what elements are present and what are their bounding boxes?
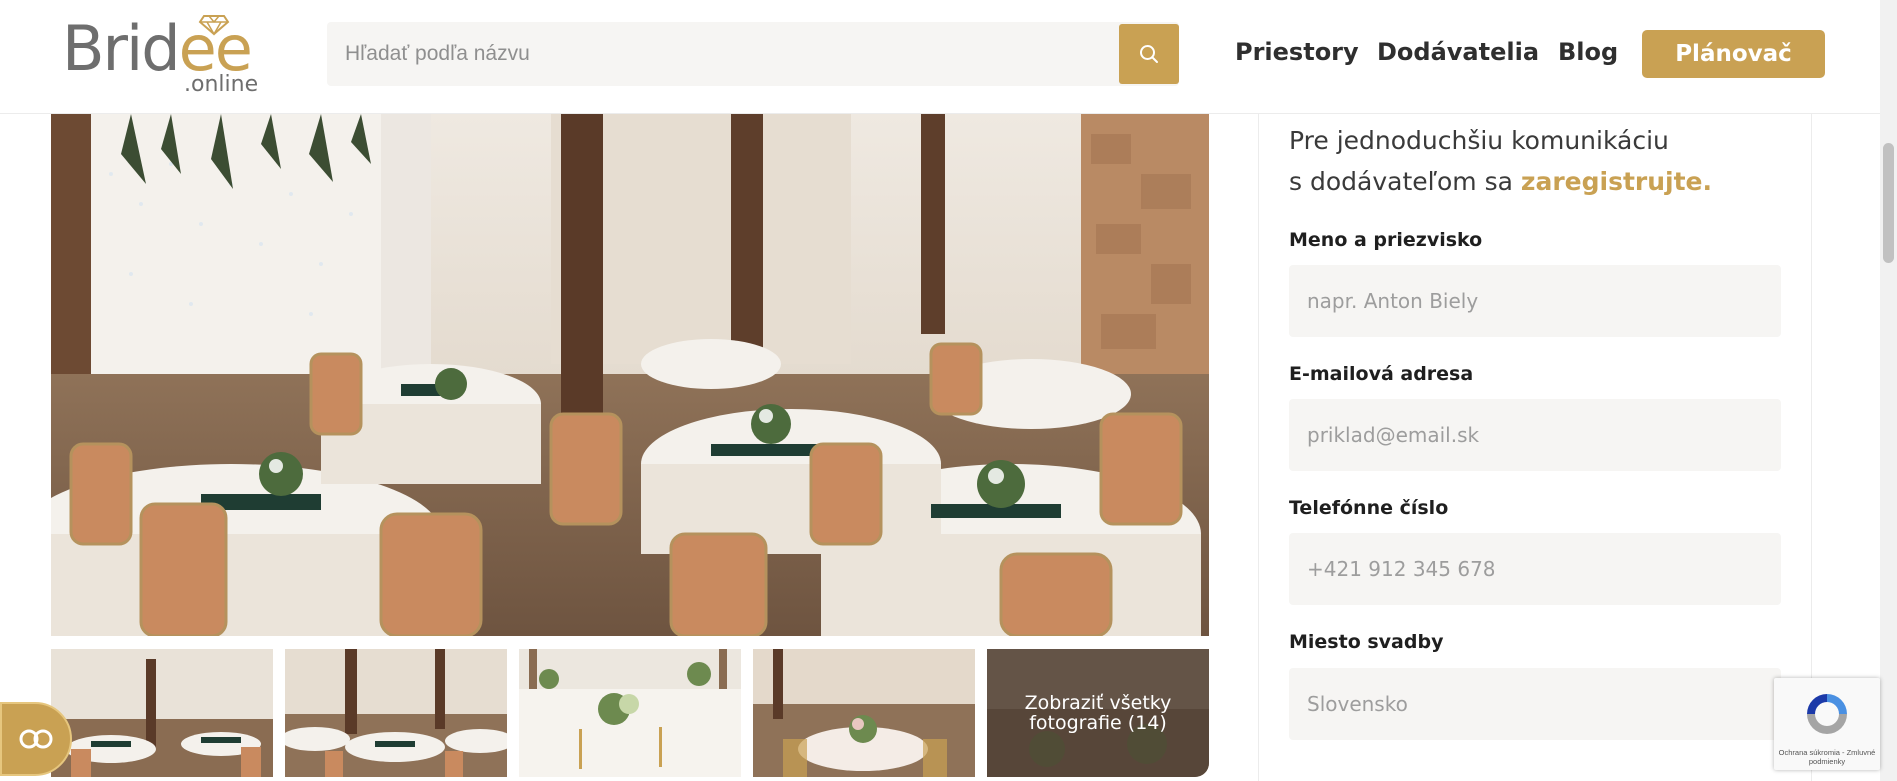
nav-link-dodavatelia[interactable]: Dodávatelia [1377, 36, 1539, 68]
gallery-thumbnail-2[interactable] [285, 649, 507, 777]
register-link[interactable]: zaregistrujte. [1521, 167, 1712, 196]
recaptcha-icon [1807, 694, 1847, 734]
search-bar [327, 22, 1179, 86]
nav-link-priestory[interactable]: Priestory [1235, 36, 1359, 68]
cookie-settings-icon [19, 729, 53, 749]
wedding-location-label: Miesto svadby [1289, 631, 1444, 653]
registration-prompt: Pre jednoduchšiu komunikáciu s dodávateľ… [1289, 120, 1749, 202]
gallery-thumbnail-3[interactable] [519, 649, 741, 777]
logo-suffix: .online [184, 72, 259, 97]
thumbnail-image [753, 649, 975, 777]
registration-prompt-line2: s dodávateľom sa zaregistrujte. [1289, 167, 1713, 196]
page-scrollbar[interactable] [1880, 0, 1897, 781]
search-icon [1140, 45, 1158, 63]
cookie-settings-button[interactable] [0, 702, 72, 776]
email-field-label: E-mailová adresa [1289, 363, 1474, 385]
wedding-location-field[interactable] [1289, 668, 1781, 740]
recaptcha-badge[interactable]: Ochrana súkromia - Zmluvné podmienky [1774, 678, 1880, 770]
search-input[interactable] [345, 22, 1125, 86]
main-venue-photo[interactable] [51, 114, 1209, 636]
site-logo[interactable]: Bridee .online [62, 14, 282, 96]
show-all-photos-tile[interactable]: Zobraziť všetky fotografie (14) [987, 649, 1209, 777]
show-all-photos-label: Zobraziť všetky fotografie (14) [987, 649, 1209, 777]
phone-field[interactable] [1289, 533, 1781, 605]
venue-photo-illustration [51, 114, 1209, 636]
recaptcha-terms-text: Ochrana súkromia - Zmluvné podmienky [1778, 748, 1876, 766]
phone-field-label: Telefónne číslo [1289, 497, 1449, 519]
site-header: Bridee .online Priestory Dodávatelia Blo… [0, 0, 1880, 114]
planner-button[interactable]: Plánovač [1642, 30, 1825, 78]
gallery-thumbnail-1[interactable] [51, 649, 273, 777]
registration-prompt-line1: Pre jednoduchšiu komunikáciu [1289, 126, 1669, 155]
search-button[interactable] [1119, 24, 1179, 84]
thumbnail-image [285, 649, 507, 777]
email-field[interactable] [1289, 399, 1781, 471]
name-field[interactable] [1289, 265, 1781, 337]
nav-link-blog[interactable]: Blog [1558, 36, 1618, 68]
thumbnail-image [519, 649, 741, 777]
name-field-label: Meno a priezvisko [1289, 229, 1483, 251]
thumbnail-image [51, 649, 273, 777]
diamond-ring-icon [198, 15, 230, 36]
gallery-thumbnail-4[interactable] [753, 649, 975, 777]
scrollbar-thumb[interactable] [1883, 143, 1894, 263]
